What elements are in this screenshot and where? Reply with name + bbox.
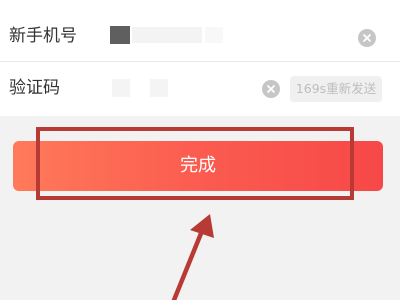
red-arrow-icon <box>171 214 214 300</box>
